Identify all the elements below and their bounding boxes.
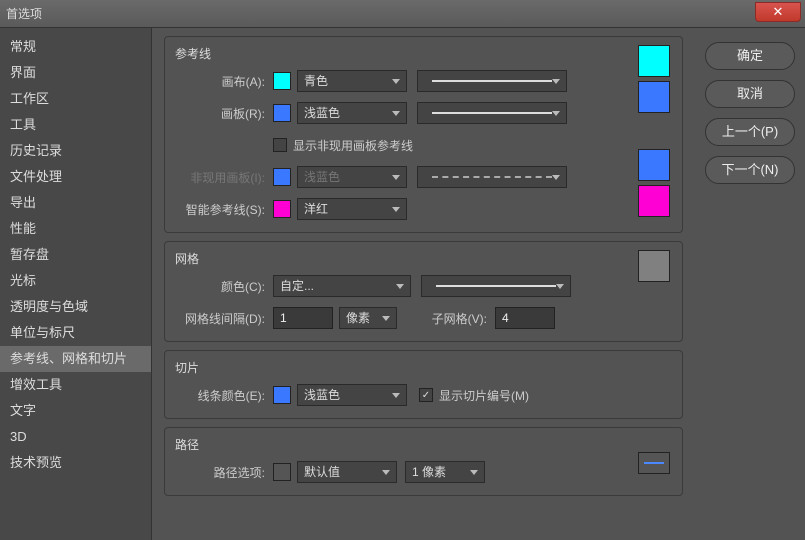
sidebar-item-6[interactable]: 导出 [0, 190, 151, 216]
sidebar-item-4[interactable]: 历史记录 [0, 138, 151, 164]
grid-line-style[interactable] [421, 275, 571, 297]
grid-section: 网格 颜色(C): 自定... 网格线间隔(D): 像素 子网格(V): [164, 241, 683, 342]
path-options-select[interactable]: 默认值 [297, 461, 397, 483]
show-inactive-row: 显示非现用画板参考线 [175, 134, 672, 156]
show-inactive-checkbox[interactable] [273, 138, 287, 152]
slices-title: 切片 [175, 359, 672, 376]
slice-color-label: 线条颜色(E): [175, 387, 265, 404]
path-preview [638, 452, 670, 474]
inactive-big-swatch[interactable] [638, 149, 670, 181]
canvas-label: 画布(A): [175, 73, 265, 90]
smart-row: 智能参考线(S): 洋红 [175, 198, 672, 220]
canvas-big-swatch[interactable] [638, 45, 670, 77]
show-slice-numbers-label: 显示切片编号(M) [439, 387, 529, 404]
next-button[interactable]: 下一个(N) [705, 156, 795, 184]
sidebar-item-16[interactable]: 技术预览 [0, 450, 151, 476]
slice-swatch[interactable] [273, 386, 291, 404]
sidebar-item-13[interactable]: 增效工具 [0, 372, 151, 398]
gridline-row: 网格线间隔(D): 像素 子网格(V): [175, 307, 672, 329]
path-options-row: 路径选项: 默认值 1 像素 [175, 461, 672, 483]
grid-color-row: 颜色(C): 自定... [175, 275, 672, 297]
artboard-row: 画板(R): 浅蓝色 [175, 102, 672, 124]
main: 常规界面工作区工具历史记录文件处理导出性能暂存盘光标透明度与色域单位与标尺参考线… [0, 28, 805, 540]
button-column: 确定 取消 上一个(P) 下一个(N) [695, 28, 805, 540]
canvas-line-style[interactable] [417, 70, 567, 92]
guides-title: 参考线 [175, 45, 672, 62]
close-button[interactable]: ✕ [755, 2, 801, 22]
titlebar: 首选项 ✕ [0, 0, 805, 28]
canvas-swatch[interactable] [273, 72, 291, 90]
smart-swatch[interactable] [273, 200, 291, 218]
sidebar-item-10[interactable]: 透明度与色域 [0, 294, 151, 320]
gridline-input[interactable] [273, 307, 333, 329]
guides-section: 参考线 画布(A): 青色 画板(R): 浅蓝色 显示非现用画板参考线 [164, 36, 683, 233]
smart-label: 智能参考线(S): [175, 201, 265, 218]
inactive-label: 非现用画板(I): [175, 169, 265, 186]
subdiv-label: 子网格(V): [417, 310, 487, 327]
sidebar-item-3[interactable]: 工具 [0, 112, 151, 138]
sidebar-item-12[interactable]: 参考线、网格和切片 [0, 346, 151, 372]
artboard-select[interactable]: 浅蓝色 [297, 102, 407, 124]
content: 参考线 画布(A): 青色 画板(R): 浅蓝色 显示非现用画板参考线 [152, 28, 695, 540]
artboard-label: 画板(R): [175, 105, 265, 122]
sidebar: 常规界面工作区工具历史记录文件处理导出性能暂存盘光标透明度与色域单位与标尺参考线… [0, 28, 152, 540]
inactive-select: 浅蓝色 [297, 166, 407, 188]
sidebar-item-7[interactable]: 性能 [0, 216, 151, 242]
sidebar-item-0[interactable]: 常规 [0, 34, 151, 60]
artboard-swatch[interactable] [273, 104, 291, 122]
paths-section: 路径 路径选项: 默认值 1 像素 [164, 427, 683, 496]
cancel-button[interactable]: 取消 [705, 80, 795, 108]
ok-button[interactable]: 确定 [705, 42, 795, 70]
paths-title: 路径 [175, 436, 672, 453]
window-title: 首选项 [6, 5, 42, 22]
sidebar-item-5[interactable]: 文件处理 [0, 164, 151, 190]
slice-color-row: 线条颜色(E): 浅蓝色 ✓ 显示切片编号(M) [175, 384, 672, 406]
prev-button[interactable]: 上一个(P) [705, 118, 795, 146]
grid-color-label: 颜色(C): [175, 278, 265, 295]
canvas-row: 画布(A): 青色 [175, 70, 672, 92]
sidebar-item-11[interactable]: 单位与标尺 [0, 320, 151, 346]
sidebar-item-15[interactable]: 3D [0, 424, 151, 450]
gridline-unit[interactable]: 像素 [339, 307, 397, 329]
slice-color-select[interactable]: 浅蓝色 [297, 384, 407, 406]
path-thickness-select[interactable]: 1 像素 [405, 461, 485, 483]
canvas-select[interactable]: 青色 [297, 70, 407, 92]
inactive-line-style [417, 166, 567, 188]
sidebar-item-1[interactable]: 界面 [0, 60, 151, 86]
grid-title: 网格 [175, 250, 672, 267]
smart-select[interactable]: 洋红 [297, 198, 407, 220]
smart-big-swatch[interactable] [638, 185, 670, 217]
sidebar-item-2[interactable]: 工作区 [0, 86, 151, 112]
path-options-label: 路径选项: [175, 464, 265, 481]
grid-big-swatch[interactable] [638, 250, 670, 282]
sidebar-item-9[interactable]: 光标 [0, 268, 151, 294]
show-slice-numbers-checkbox[interactable]: ✓ [419, 388, 433, 402]
gridline-label: 网格线间隔(D): [175, 310, 265, 327]
slices-section: 切片 线条颜色(E): 浅蓝色 ✓ 显示切片编号(M) [164, 350, 683, 419]
path-swatch[interactable] [273, 463, 291, 481]
sidebar-item-8[interactable]: 暂存盘 [0, 242, 151, 268]
artboard-line-style[interactable] [417, 102, 567, 124]
inactive-swatch [273, 168, 291, 186]
subdiv-input[interactable] [495, 307, 555, 329]
grid-color-select[interactable]: 自定... [273, 275, 411, 297]
close-icon: ✕ [773, 4, 784, 20]
artboard-big-swatch[interactable] [638, 81, 670, 113]
show-inactive-label: 显示非现用画板参考线 [293, 137, 413, 154]
sidebar-item-14[interactable]: 文字 [0, 398, 151, 424]
inactive-row: 非现用画板(I): 浅蓝色 [175, 166, 672, 188]
